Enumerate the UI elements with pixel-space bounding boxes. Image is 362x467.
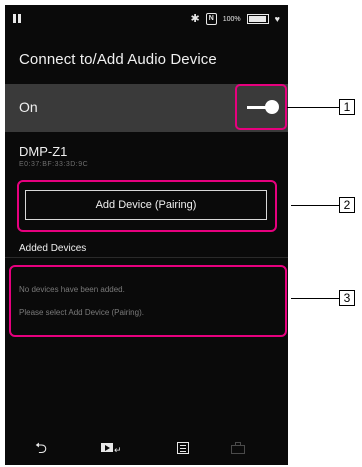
on-off-toggle[interactable] <box>235 84 287 130</box>
bluetooth-icon: ✱ <box>190 13 200 25</box>
callout-3: 3 <box>339 290 355 306</box>
device-name: DMP-Z1 <box>19 144 68 159</box>
pairing-highlight-frame <box>17 180 277 232</box>
pause-icon <box>13 14 23 24</box>
status-bar: ✱ N 100% ♥ <box>5 5 288 33</box>
callout-1: 1 <box>339 99 355 115</box>
callout-2: 2 <box>339 197 355 213</box>
nfc-icon: N <box>205 13 217 25</box>
added-devices-heading: Added Devices <box>19 243 87 254</box>
status-indicators: ✱ N 100% ♥ <box>191 13 280 25</box>
added-devices-highlight-frame <box>9 265 287 337</box>
callout-line-2 <box>291 205 339 206</box>
battery-percent: 100% <box>222 15 241 23</box>
divider <box>5 257 288 258</box>
back-icon[interactable]: ⮌ <box>35 441 47 456</box>
options-icon[interactable] <box>231 441 245 455</box>
heart-icon: ♥ <box>274 14 280 24</box>
library-icon[interactable] <box>177 441 191 455</box>
page-title: Connect to/Add Audio Device <box>19 51 217 68</box>
callout-line-3 <box>291 298 339 299</box>
device-address: E0:37:BF:33:3D:9C <box>19 161 89 168</box>
battery-icon <box>246 14 269 24</box>
device-screen: ✱ N 100% ♥ Connect to/Add Audio Device O… <box>5 5 288 465</box>
bottom-nav-bar: ⮌ ↵ <box>5 437 288 465</box>
on-label: On <box>19 99 38 115</box>
callout-line-1 <box>287 107 339 108</box>
